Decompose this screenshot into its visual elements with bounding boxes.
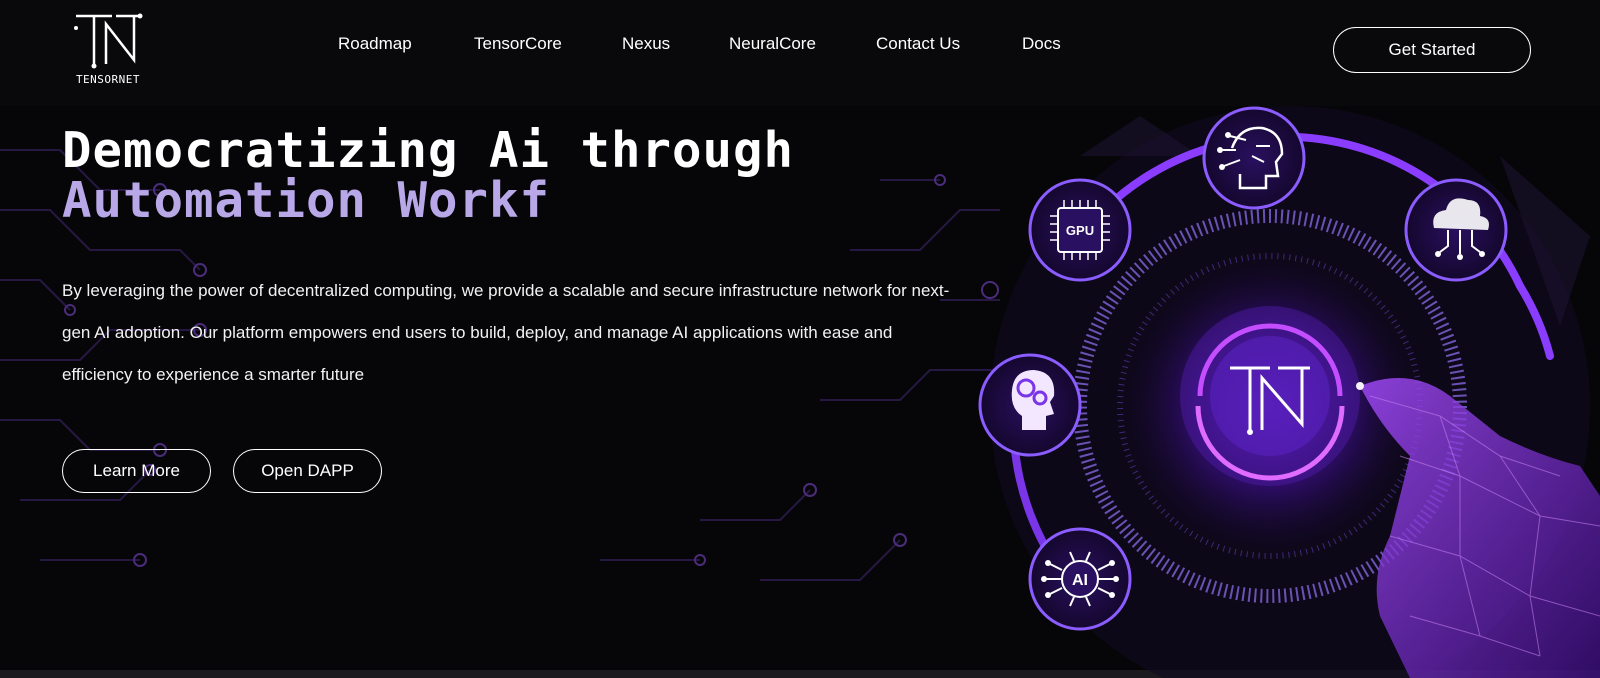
nav-roadmap[interactable]: Roadmap: [338, 34, 412, 54]
learn-more-button[interactable]: Learn More: [62, 449, 211, 493]
logo-wordmark: TENSORNET: [75, 73, 141, 86]
nav-contact-us[interactable]: Contact Us: [876, 34, 960, 54]
nav-neuralcore[interactable]: NeuralCore: [729, 34, 816, 54]
ai-chip-icon: AI: [1028, 527, 1132, 631]
cloud-network-icon: [1404, 178, 1508, 282]
svg-text:GPU: GPU: [1066, 223, 1094, 238]
tensornet-logo[interactable]: TENSORNET: [62, 12, 154, 90]
hero-section: Democratizing Ai through Automation Work…: [62, 126, 962, 493]
get-started-button[interactable]: Get Started: [1333, 27, 1531, 73]
nav-docs[interactable]: Docs: [1022, 34, 1061, 54]
hero-title-line1: Democratizing Ai through: [62, 122, 795, 179]
tn-logo-icon: [74, 13, 143, 69]
open-dapp-button[interactable]: Open DAPP: [233, 449, 382, 493]
top-navbar: TENSORNET Roadmap TensorCore Nexus Neura…: [0, 0, 1600, 106]
hero-title-line2: Automation Workf: [62, 176, 551, 226]
nav-tensorcore[interactable]: TensorCore: [474, 34, 562, 54]
ai-head-circuit-icon: [1202, 106, 1306, 210]
hero-illustration: GPU AI: [978, 106, 1600, 678]
nav-nexus[interactable]: Nexus: [622, 34, 670, 54]
hero-title: Democratizing Ai through Automation Work…: [62, 126, 962, 226]
svg-text:AI: AI: [1072, 572, 1088, 589]
brain-gears-icon: [978, 353, 1082, 457]
gpu-chip-icon: GPU: [1028, 178, 1132, 282]
hero-description: By leveraging the power of decentralized…: [62, 281, 950, 384]
